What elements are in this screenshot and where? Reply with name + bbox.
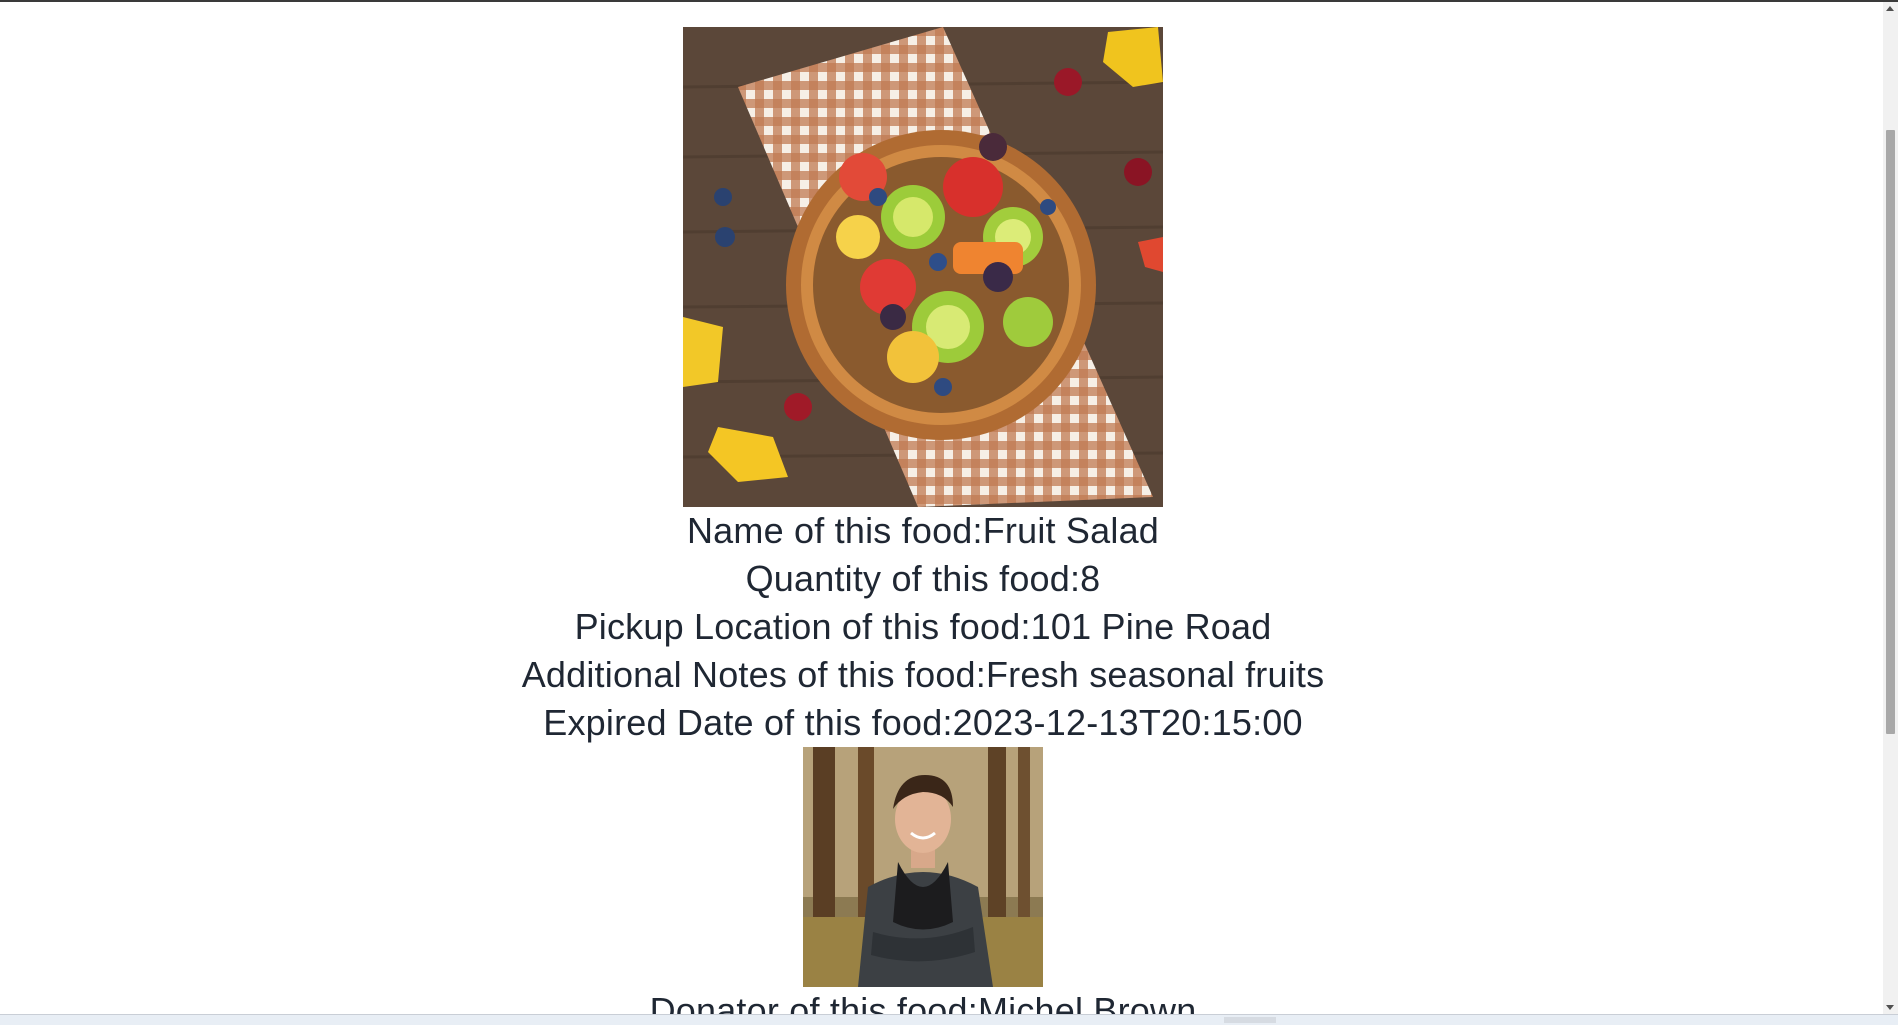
scroll-up-arrow-icon[interactable] (1886, 6, 1894, 11)
donator-avatar (803, 747, 1043, 987)
food-name: Name of this food:Fruit Salad (686, 510, 1160, 551)
food-additional-notes: Additional Notes of this food:Fresh seas… (521, 654, 1325, 695)
food-pickup-location: Pickup Location of this food:101 Pine Ro… (574, 606, 1272, 647)
scroll-down-arrow-icon[interactable] (1886, 1005, 1894, 1010)
food-detail-card: Name of this food:Fruit Salad Quantity o… (0, 2, 1846, 1014)
vertical-scrollbar[interactable] (1883, 2, 1898, 1014)
donator-name: Donator of this food:Michel Brown (649, 990, 1197, 1014)
page-viewport: Name of this food:Fruit Salad Quantity o… (0, 2, 1883, 1014)
food-expired-date: Expired Date of this food:2023-12-13T20:… (543, 702, 1303, 743)
food-image (683, 27, 1163, 507)
bottom-status-strip (0, 1014, 1898, 1025)
bottom-strip-indicator (1224, 1017, 1276, 1023)
scrollbar-thumb[interactable] (1886, 130, 1895, 734)
food-quantity: Quantity of this food:8 (745, 558, 1101, 599)
